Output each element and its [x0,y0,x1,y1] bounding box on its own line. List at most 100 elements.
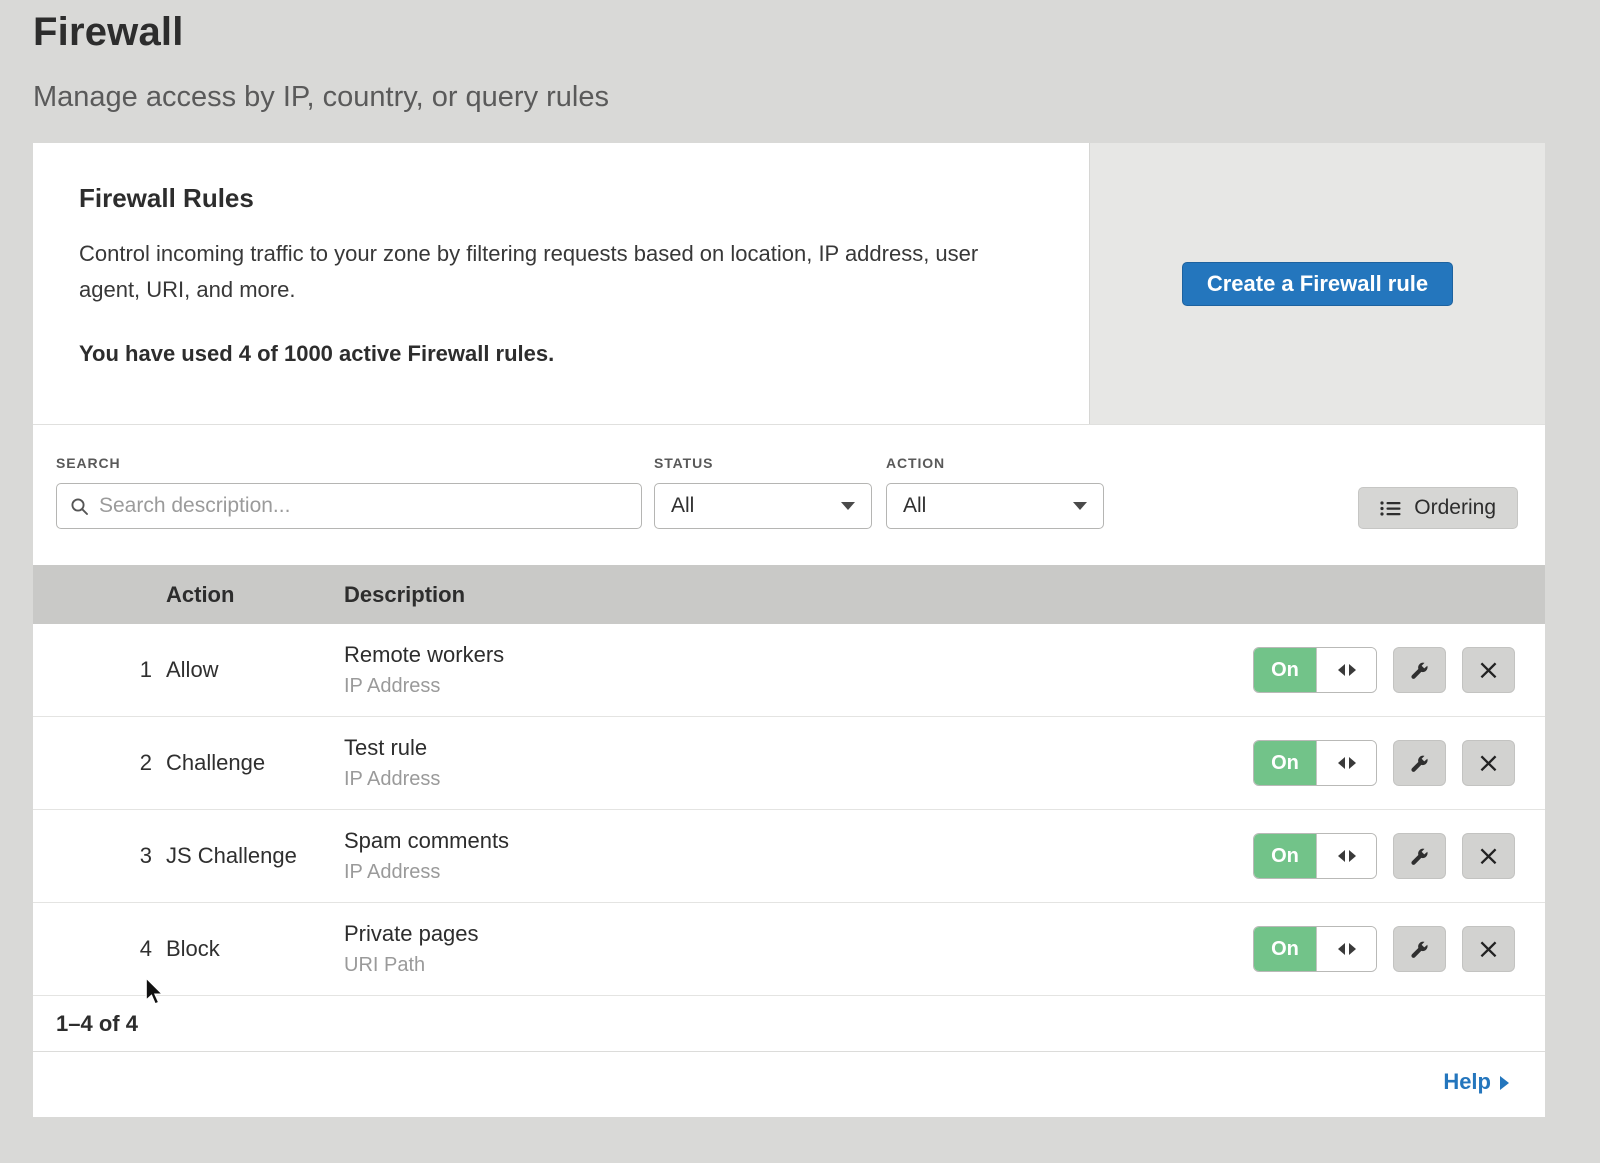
table-row: 1 Allow Remote workers IP Address On × [33,624,1545,717]
column-header-action: Action [166,582,344,608]
firewall-rules-summary-text: Firewall Rules Control incoming traffic … [33,143,1089,424]
toggle-knob [1316,741,1376,785]
delete-rule-button[interactable]: × [1462,647,1515,693]
table-row: 2 Challenge Test rule IP Address On × [33,717,1545,810]
search-label: SEARCH [56,455,654,471]
arrow-left-icon [1338,850,1345,862]
edit-rule-button[interactable] [1393,926,1446,972]
page-header: Firewall Manage access by IP, country, o… [0,0,1600,114]
action-selected-value: All [903,494,926,518]
status-selected-value: All [671,494,694,518]
arrow-right-icon [1500,1076,1509,1090]
card-heading: Firewall Rules [79,183,1049,214]
help-link[interactable]: Help [1443,1069,1509,1095]
toggle-state-label: On [1254,741,1316,785]
rule-match-type: IP Address [344,675,1253,698]
arrow-right-icon [1349,850,1356,862]
edit-rule-button[interactable] [1393,833,1446,879]
create-firewall-rule-button[interactable]: Create a Firewall rule [1182,262,1453,306]
help-link-label: Help [1443,1069,1491,1095]
rule-description: Test rule [344,735,1253,761]
rule-description: Private pages [344,921,1253,947]
ordering-button[interactable]: Ordering [1358,487,1518,529]
status-filter-group: STATUS All [654,455,886,529]
page-subtitle: Manage access by IP, country, or query r… [33,81,1600,114]
action-label: ACTION [886,455,1118,471]
toggle-knob [1316,927,1376,971]
wrench-icon [1410,940,1429,959]
table-row: 3 JS Challenge Spam comments IP Address … [33,810,1545,903]
close-icon: × [1477,935,1500,963]
arrow-left-icon [1338,664,1345,676]
delete-rule-button[interactable]: × [1462,740,1515,786]
rule-description-cell: Remote workers IP Address [344,642,1253,698]
action-filter-group: ACTION All [886,455,1118,529]
rule-enabled-toggle[interactable]: On [1253,740,1377,786]
rule-controls: On × [1253,740,1515,786]
toggle-state-label: On [1254,927,1316,971]
close-icon: × [1477,656,1500,684]
rule-number: 3 [33,843,166,869]
rule-action: Block [166,936,344,962]
rule-description: Remote workers [344,642,1253,668]
rule-controls: On × [1253,926,1515,972]
table-row: 4 Block Private pages URI Path On × [33,903,1545,996]
wrench-icon [1410,847,1429,866]
rule-description-cell: Spam comments IP Address [344,828,1253,884]
pagination-text: 1–4 of 4 [56,1011,138,1037]
rule-description-cell: Private pages URI Path [344,921,1253,977]
chevron-down-icon [841,502,855,510]
rule-match-type: URI Path [344,954,1253,977]
rule-number: 4 [33,936,166,962]
filters-bar: SEARCH STATUS All ACTION All [33,425,1545,565]
delete-rule-button[interactable]: × [1462,926,1515,972]
card-footer: Help [33,1052,1545,1112]
status-select[interactable]: All [654,483,872,529]
toggle-knob [1316,834,1376,878]
firewall-rules-summary: Firewall Rules Control incoming traffic … [33,143,1545,425]
rule-controls: On × [1253,833,1515,879]
rule-description-cell: Test rule IP Address [344,735,1253,791]
ordering-button-label: Ordering [1414,496,1496,520]
rule-description: Spam comments [344,828,1253,854]
column-header-description: Description [344,582,1245,608]
rule-enabled-toggle[interactable]: On [1253,647,1377,693]
wrench-icon [1410,754,1429,773]
pagination: 1–4 of 4 [33,996,1545,1052]
rule-number: 2 [33,750,166,776]
arrow-left-icon [1338,943,1345,955]
create-rule-panel: Create a Firewall rule [1089,143,1545,424]
firewall-rules-card: Firewall Rules Control incoming traffic … [33,143,1545,1117]
toggle-state-label: On [1254,834,1316,878]
rule-action: Challenge [166,750,344,776]
card-description: Control incoming traffic to your zone by… [79,236,1029,307]
edit-rule-button[interactable] [1393,740,1446,786]
arrow-right-icon [1349,757,1356,769]
page-title: Firewall [33,10,1600,55]
rule-number: 1 [33,657,166,683]
status-label: STATUS [654,455,886,471]
rule-match-type: IP Address [344,861,1253,884]
edit-rule-button[interactable] [1393,647,1446,693]
close-icon: × [1477,749,1500,777]
rule-action: JS Challenge [166,843,344,869]
arrow-left-icon [1338,757,1345,769]
close-icon: × [1477,842,1500,870]
arrow-right-icon [1349,943,1356,955]
rule-match-type: IP Address [344,768,1253,791]
search-filter-group: SEARCH [56,455,654,529]
rule-enabled-toggle[interactable]: On [1253,833,1377,879]
rule-controls: On × [1253,647,1515,693]
delete-rule-button[interactable]: × [1462,833,1515,879]
rules-usage-text: You have used 4 of 1000 active Firewall … [79,341,1049,367]
action-select[interactable]: All [886,483,1104,529]
toggle-state-label: On [1254,648,1316,692]
chevron-down-icon [1073,502,1087,510]
arrow-right-icon [1349,664,1356,676]
toggle-knob [1316,648,1376,692]
search-box[interactable] [56,483,642,529]
list-icon [1380,500,1401,517]
search-input[interactable] [99,494,628,518]
rule-enabled-toggle[interactable]: On [1253,926,1377,972]
wrench-icon [1410,661,1429,680]
